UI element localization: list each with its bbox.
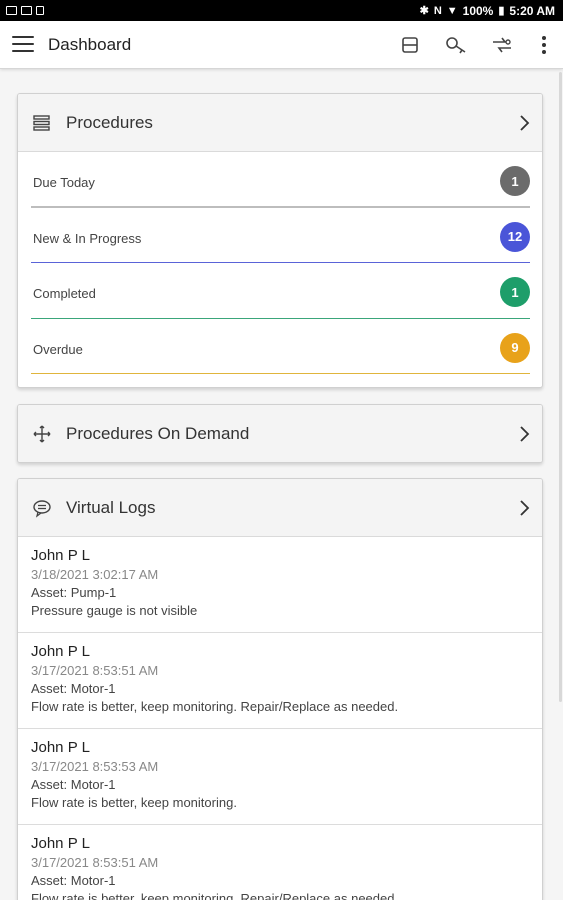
log-item[interactable]: John P L 3/17/2021 8:53:51 AM Asset: Mot…: [18, 633, 542, 729]
virtual-logs-title: Virtual Logs: [66, 498, 156, 517]
procedures-title: Procedures: [66, 113, 153, 132]
bluetooth-icon: ✱: [419, 5, 429, 17]
chevron-right-icon: [520, 426, 530, 442]
virtual-logs-header[interactable]: Virtual Logs: [18, 479, 542, 537]
virtual-logs-card: Virtual Logs John P L 3/18/2021 3:02:17 …: [17, 478, 543, 900]
procedures-on-demand-title: Procedures On Demand: [66, 424, 250, 443]
log-asset: Asset: Motor-1: [31, 777, 116, 792]
log-asset: Asset: Motor-1: [31, 873, 116, 888]
log-asset: Asset: Pump-1: [31, 585, 117, 600]
log-author: John P L: [31, 739, 90, 756]
log-item[interactable]: John P L 3/18/2021 3:02:17 AM Asset: Pum…: [18, 537, 542, 633]
battery-icon: ▮: [498, 5, 505, 17]
count-badge: 12: [500, 221, 530, 252]
log-note: Flow rate is better, keep monitoring. Re…: [31, 699, 399, 714]
row-label: Overdue: [33, 341, 83, 357]
app-bar: Dashboard: [0, 21, 563, 69]
battery-percent: 100%: [462, 3, 494, 18]
scrollbar[interactable]: [559, 72, 562, 702]
menu-icon[interactable]: [12, 36, 34, 54]
gallery-notification-icon: [6, 6, 17, 15]
log-note: Flow rate is better, keep monitoring. Re…: [31, 891, 399, 900]
log-timestamp: 3/17/2021 8:53:53 AM: [31, 759, 159, 774]
row-label: New & In Progress: [33, 230, 142, 246]
log-note: Pressure gauge is not visible: [31, 603, 198, 618]
procedures-card: Procedures Due Today 1 New & In Progress…: [17, 93, 543, 388]
notification-icons: [6, 6, 44, 15]
key-icon[interactable]: [444, 33, 468, 57]
clock: 5:20 AM: [509, 3, 555, 18]
status-bar: ✱ N ▼ 100% ▮ 5:20 AM: [0, 0, 563, 21]
more-vert-icon[interactable]: [532, 33, 556, 57]
log-author: John P L: [31, 547, 90, 564]
procedure-row-completed[interactable]: Completed 1: [18, 263, 542, 319]
count-badge: 1: [500, 277, 530, 307]
row-underline: [31, 373, 530, 374]
move-icon: [33, 425, 51, 443]
transfer-icon[interactable]: [490, 33, 514, 57]
chevron-right-icon: [520, 500, 530, 516]
count-badge: 9: [500, 332, 530, 363]
log-item[interactable]: John P L 3/17/2021 8:53:51 AM Asset: Mot…: [18, 825, 542, 900]
row-label: Completed: [33, 286, 96, 301]
log-author: John P L: [31, 643, 90, 660]
procedure-row-due-today[interactable]: Due Today 1: [18, 152, 542, 208]
log-timestamp: 3/17/2021 8:53:51 AM: [31, 663, 159, 678]
nfc-icon: N: [433, 4, 442, 17]
log-timestamp: 3/17/2021 8:53:51 AM: [31, 855, 159, 870]
scanner-icon[interactable]: [398, 33, 422, 57]
system-status: ✱ N ▼ 100% ▮ 5:20 AM: [420, 4, 555, 18]
procedures-on-demand-header[interactable]: Procedures On Demand: [18, 405, 542, 462]
log-timestamp: 3/18/2021 3:02:17 AM: [31, 567, 159, 582]
page-title: Dashboard: [48, 35, 132, 54]
screen-notification-icon: [21, 6, 32, 15]
wifi-icon: ▼: [446, 4, 458, 17]
procedures-on-demand-card: Procedures On Demand: [17, 404, 543, 463]
procedures-header[interactable]: Procedures: [18, 94, 542, 152]
row-label: Due Today: [33, 175, 95, 190]
chat-log-icon: [33, 500, 51, 518]
procedure-row-overdue[interactable]: Overdue 9: [18, 319, 542, 374]
log-note: Flow rate is better, keep monitoring.: [31, 795, 237, 810]
trash-notification-icon: [36, 6, 44, 15]
procedure-row-new-in-progress[interactable]: New & In Progress 12: [18, 208, 542, 263]
log-asset: Asset: Motor-1: [31, 681, 116, 696]
list-icon: [33, 115, 50, 131]
chevron-right-icon: [520, 115, 530, 131]
count-badge: 1: [500, 166, 530, 196]
log-item[interactable]: John P L 3/17/2021 8:53:53 AM Asset: Mot…: [18, 729, 542, 825]
log-author: John P L: [31, 835, 90, 852]
